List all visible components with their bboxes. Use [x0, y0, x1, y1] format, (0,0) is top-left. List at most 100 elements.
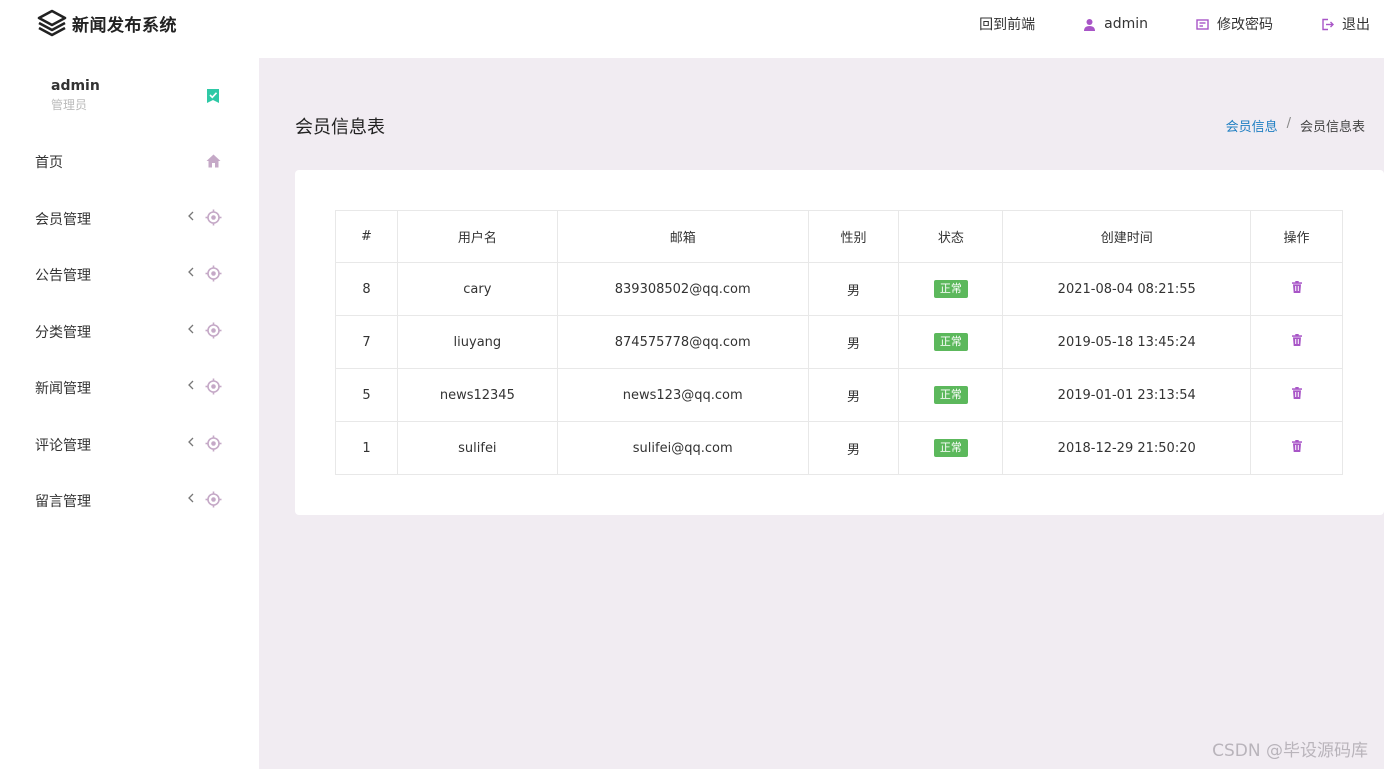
sidebar: admin 管理员 首页 会员管理 公告管理 分类管理 新闻管理 评论管理 留言… [0, 58, 259, 769]
cell-email: 874575778@qq.com [556, 315, 809, 369]
cell-created: 2019-01-01 23:13:54 [1002, 368, 1252, 422]
column-header: 性别 [807, 210, 900, 263]
status-badge: 正常 [933, 280, 968, 298]
cell-username: liuyang [396, 315, 558, 369]
sidebar-item-label: 首页 [35, 155, 63, 171]
delete-icon[interactable] [1291, 440, 1302, 452]
table-row: 8 cary 839308502@qq.com 男 正常 2021-08-04 … [335, 262, 1343, 316]
cell-email: news123@qq.com [556, 368, 809, 422]
sidebar-item-label: 会员管理 [35, 211, 91, 228]
app-title: 新闻发布系统 [72, 15, 177, 36]
frontend-link-label: 回到前端 [979, 17, 1036, 33]
sidebar-item-news[interactable]: 新闻管理 [0, 360, 259, 417]
cell-username: sulifei [396, 421, 558, 475]
top-bar: 新闻发布系统 回到前端 admin 修改密码 退出 [0, 0, 1384, 58]
user-menu-label: admin [1104, 16, 1148, 32]
cell-actions [1250, 421, 1343, 475]
cell-email: 839308502@qq.com [556, 262, 809, 316]
chevron-left-icon [188, 324, 194, 333]
breadcrumb-separator: / [1286, 116, 1291, 131]
table-row: 1 sulifei sulifei@qq.com 男 正常 2018-12-29… [335, 421, 1343, 475]
logout-icon [1322, 18, 1334, 30]
cell-status: 正常 [898, 262, 1004, 316]
user-icon [1084, 18, 1096, 31]
sidebar-item-members[interactable]: 会员管理 [0, 191, 259, 248]
cell-id: 8 [335, 262, 398, 316]
target-icon [205, 322, 222, 338]
page-title: 会员信息表 [295, 117, 385, 138]
cell-id: 5 [335, 368, 398, 422]
column-header: 用户名 [396, 210, 558, 263]
cell-email: sulifei@qq.com [556, 421, 809, 475]
cell-username: cary [396, 262, 558, 316]
status-badge: 正常 [933, 386, 968, 404]
sidebar-item-label: 评论管理 [35, 437, 91, 454]
cell-created: 2019-05-18 13:45:24 [1002, 315, 1252, 369]
user-menu[interactable]: admin [1083, 16, 1148, 32]
sidebar-item-messages[interactable]: 留言管理 [0, 473, 259, 530]
key-icon [1196, 18, 1209, 30]
cell-gender: 男 [807, 421, 900, 475]
cell-created: 2021-08-04 08:21:55 [1002, 262, 1252, 316]
cell-id: 7 [335, 315, 398, 369]
sidebar-item-label: 留言管理 [35, 494, 91, 510]
table-row: 7 liuyang 874575778@qq.com 男 正常 2019-05-… [335, 315, 1343, 369]
cell-status: 正常 [898, 421, 1004, 475]
change-password-link[interactable]: 修改密码 [1196, 14, 1273, 34]
target-icon [205, 265, 222, 282]
breadcrumb: 会员信息 / 会员信息表 [1226, 116, 1365, 135]
column-header: # [335, 210, 398, 263]
cell-created: 2018-12-29 21:50:20 [1002, 421, 1252, 475]
cell-id: 1 [335, 421, 398, 475]
delete-icon[interactable] [1291, 387, 1302, 399]
user-name: admin [51, 78, 100, 94]
sidebar-item-comments[interactable]: 评论管理 [0, 417, 259, 474]
target-icon [205, 491, 222, 508]
watermark: CSDN @毕设源码库 [1212, 741, 1368, 761]
top-nav: 回到前端 admin 修改密码 退出 [931, 14, 1370, 34]
target-icon [205, 435, 222, 451]
chevron-left-icon [188, 380, 194, 390]
user-profile: admin 管理员 [51, 76, 100, 114]
delete-icon[interactable] [1291, 334, 1302, 346]
cell-actions [1250, 262, 1343, 316]
sidebar-item-label: 新闻管理 [35, 381, 91, 397]
chevron-left-icon [188, 493, 194, 503]
target-icon [205, 209, 222, 225]
change-password-label: 修改密码 [1217, 17, 1273, 33]
table-row: 5 news12345 news123@qq.com 男 正常 2019-01-… [335, 368, 1343, 422]
chevron-left-icon [188, 437, 194, 446]
status-badge: 正常 [933, 439, 968, 457]
breadcrumb-parent-link[interactable]: 会员信息 [1226, 116, 1278, 135]
frontend-link[interactable]: 回到前端 [979, 14, 1035, 34]
logout-link[interactable]: 退出 [1321, 14, 1370, 34]
home-icon [206, 154, 221, 168]
cell-status: 正常 [898, 368, 1004, 422]
layers-icon [37, 9, 67, 37]
sidebar-item-categories[interactable]: 分类管理 [0, 304, 259, 361]
cell-gender: 男 [807, 262, 900, 316]
app-logo[interactable]: 新闻发布系统 [36, 8, 177, 38]
member-table-card: # 用户名 邮箱 性别 状态 创建时间 操作 8 cary 839308502@… [295, 170, 1384, 515]
delete-icon[interactable] [1291, 281, 1302, 293]
sidebar-menu: 首页 会员管理 公告管理 分类管理 新闻管理 评论管理 留言管理 [0, 134, 259, 530]
column-header: 创建时间 [1002, 210, 1252, 263]
column-header: 操作 [1250, 210, 1343, 263]
sidebar-item-home[interactable]: 首页 [0, 134, 259, 191]
cell-username: news12345 [396, 368, 558, 422]
cell-gender: 男 [807, 368, 900, 422]
chevron-left-icon [188, 267, 194, 277]
column-header: 邮箱 [556, 210, 809, 263]
sidebar-item-label: 分类管理 [35, 324, 91, 341]
target-icon [205, 378, 222, 395]
sidebar-item-label: 公告管理 [35, 268, 91, 284]
cell-actions [1250, 315, 1343, 369]
cell-status: 正常 [898, 315, 1004, 369]
verified-badge-icon [207, 89, 219, 103]
sidebar-item-announcements[interactable]: 公告管理 [0, 247, 259, 304]
user-role: 管理员 [51, 98, 88, 112]
table-header-row: # 用户名 邮箱 性别 状态 创建时间 操作 [335, 210, 1343, 263]
status-badge: 正常 [933, 333, 968, 351]
logout-label: 退出 [1342, 17, 1370, 33]
cell-gender: 男 [807, 315, 900, 369]
